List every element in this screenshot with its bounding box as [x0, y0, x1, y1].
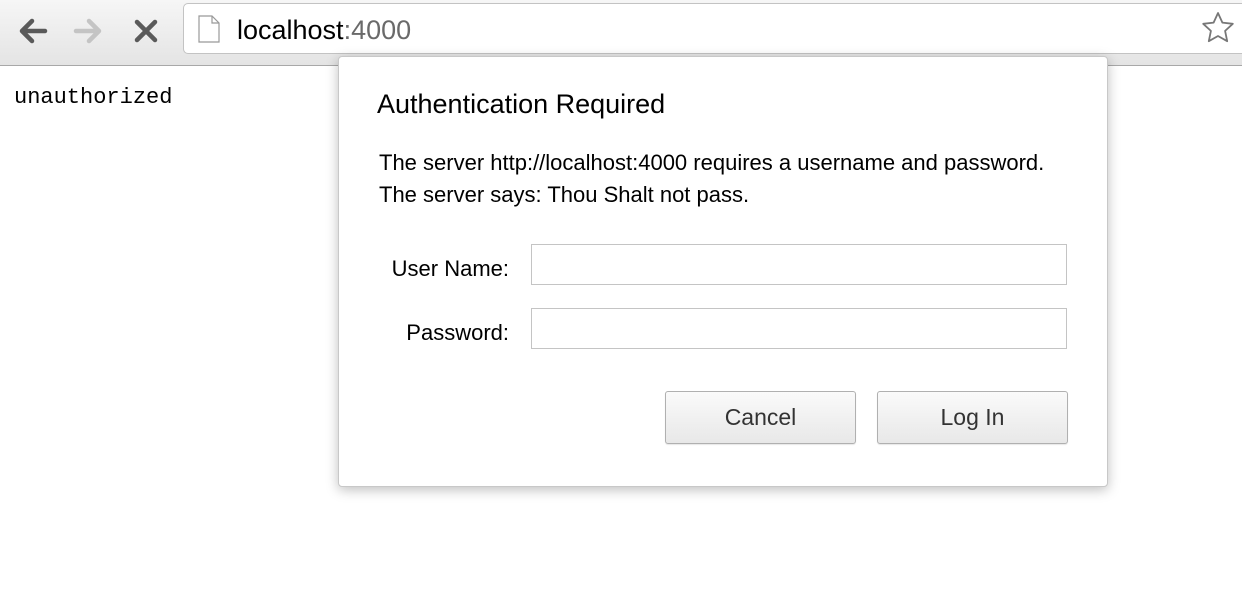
- dialog-message: The server http://localhost:4000 require…: [379, 150, 1045, 207]
- password-input[interactable]: [531, 308, 1067, 349]
- forward-button[interactable]: [71, 14, 105, 48]
- forward-arrow-icon: [73, 18, 102, 44]
- username-input[interactable]: [531, 244, 1067, 285]
- page-body-text: unauthorized: [14, 85, 173, 110]
- stop-button[interactable]: [129, 14, 163, 48]
- address-bar[interactable]: localhost:4000: [183, 3, 1242, 54]
- star-icon[interactable]: [1200, 10, 1236, 46]
- auth-dialog: Authentication Required The server http:…: [338, 56, 1108, 487]
- login-button[interactable]: Log In: [877, 391, 1068, 444]
- stop-icon: [134, 19, 158, 43]
- username-label: User Name:: [391, 256, 509, 281]
- back-arrow-icon: [19, 18, 48, 44]
- page-icon: [198, 15, 220, 43]
- url-text: localhost:4000: [237, 15, 412, 45]
- cancel-button[interactable]: Cancel: [665, 391, 856, 444]
- back-button[interactable]: [16, 14, 50, 48]
- dialog-title: Authentication Required: [377, 89, 666, 119]
- password-label: Password:: [406, 320, 509, 345]
